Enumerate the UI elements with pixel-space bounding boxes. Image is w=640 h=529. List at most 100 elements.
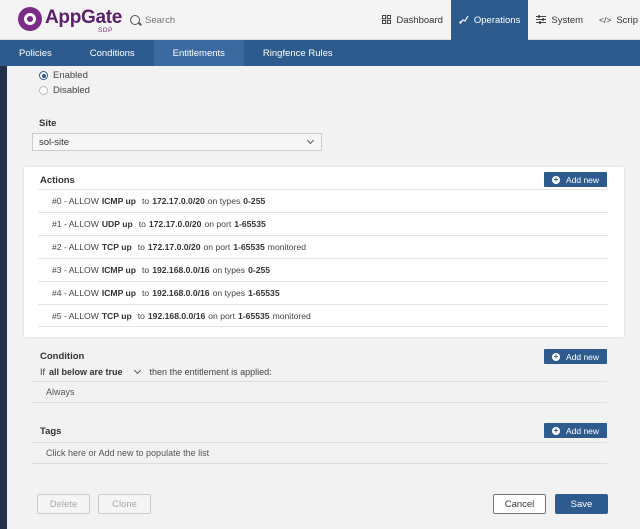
nav-operations-label: Operations (473, 14, 521, 26)
logo-mark-icon (18, 7, 42, 31)
radio-disabled-label: Disabled (53, 85, 90, 96)
action-monitored: monitored (272, 310, 311, 321)
condition-mode-select[interactable]: all below are true (49, 367, 123, 377)
action-range: 1-65535 (238, 310, 270, 321)
action-index: #4 - ALLOW (52, 288, 99, 298)
logo-subtext: SDP (98, 27, 113, 34)
action-on: on types (207, 196, 241, 206)
radio-enabled-label: Enabled (53, 70, 88, 81)
nav-scripts-label: Scrip (616, 14, 638, 26)
action-protocol: ICMP up (101, 288, 137, 298)
tab-ringfence-rules[interactable]: Ringfence Rules (244, 40, 352, 66)
clone-button[interactable]: Clone (98, 494, 151, 514)
radio-enabled-dot[interactable] (39, 71, 48, 80)
action-on: on port (208, 310, 236, 321)
action-to: to (137, 310, 145, 321)
action-subnet: 192.168.0.0/16 (152, 265, 210, 275)
actions-title: Actions (40, 175, 75, 186)
action-range: 1-65535 (248, 288, 280, 298)
action-range: 1-65535 (234, 219, 266, 229)
radio-disabled-dot[interactable] (39, 86, 48, 95)
condition-item[interactable]: Always (32, 381, 607, 403)
condition-add-new-button[interactable]: + Add new (544, 349, 607, 364)
action-row[interactable]: #1 - ALLOW UDP up to 172.17.0.0/20 on po… (38, 212, 608, 235)
action-index: #5 - ALLOW (52, 310, 99, 321)
condition-value: Always (46, 387, 75, 397)
actions-panel: Actions + Add new #0 - ALLOW ICMP up to … (24, 167, 624, 337)
action-subnet: 172.17.0.0/20 (152, 196, 205, 206)
action-protocol: TCP up (101, 310, 132, 321)
action-to: to (138, 219, 146, 229)
action-index: #2 - ALLOW (52, 242, 99, 252)
appgate-logo[interactable]: AppGate SDP (18, 7, 124, 34)
logo-text: AppGate (45, 7, 123, 28)
tab-entitlements[interactable]: Entitlements (153, 40, 244, 66)
search-input[interactable] (145, 14, 265, 26)
nav-system[interactable]: System (528, 0, 591, 40)
action-on: on types (212, 288, 246, 298)
condition-prefix: If (40, 367, 46, 377)
plus-circle-icon: + (551, 174, 560, 184)
top-nav: Dashboard Operations System </> Scrip (374, 0, 640, 40)
cancel-button[interactable]: Cancel (493, 494, 546, 514)
code-icon: </> (599, 15, 612, 25)
action-range: 0-255 (243, 196, 266, 206)
tab-policies[interactable]: Policies (0, 40, 71, 66)
action-to: to (142, 288, 150, 298)
action-protocol: ICMP up (101, 265, 137, 275)
tab-conditions[interactable]: Conditions (71, 40, 154, 66)
action-row[interactable]: #5 - ALLOW TCP up to 192.168.0.0/16 on p… (38, 304, 608, 327)
tags-add-new-label: Add new (565, 425, 600, 436)
top-bar: AppGate SDP Dashboard Operations System … (0, 0, 640, 40)
plus-circle-icon: + (551, 425, 560, 435)
actions-add-new-label: Add new (565, 174, 600, 185)
nav-scripts[interactable]: </> Scrip (591, 0, 640, 40)
action-subnet: 192.168.0.0/16 (152, 288, 210, 298)
site-label: Site (39, 118, 57, 129)
action-subnet: 172.17.0.0/20 (148, 219, 202, 229)
sub-nav: Policies Conditions Entitlements Ringfen… (0, 40, 640, 66)
action-range: 0-255 (248, 265, 271, 275)
action-row[interactable]: #0 - ALLOW ICMP up to 172.17.0.0/20 on t… (38, 189, 608, 212)
site-select[interactable]: sol-site (32, 133, 322, 151)
tags-add-new-button[interactable]: + Add new (544, 423, 607, 438)
delete-button[interactable]: Delete (37, 494, 90, 514)
action-on: on port (204, 219, 232, 229)
chevron-down-icon[interactable] (133, 366, 141, 375)
nav-operations[interactable]: Operations (450, 0, 529, 40)
action-protocol: ICMP up (101, 196, 137, 206)
condition-add-new-label: Add new (565, 351, 600, 362)
plus-circle-icon: + (551, 351, 560, 361)
action-index: #0 - ALLOW (52, 196, 99, 206)
action-to: to (142, 265, 150, 275)
action-protocol: TCP up (101, 242, 132, 252)
action-row[interactable]: #3 - ALLOW ICMP up to 192.168.0.0/16 on … (38, 258, 608, 281)
actions-add-new-button[interactable]: + Add new (544, 172, 607, 187)
action-monitored: monitored (267, 242, 307, 252)
tags-list[interactable]: Click here or Add new to populate the li… (32, 442, 607, 464)
tags-placeholder: Click here or Add new to populate the li… (46, 448, 210, 458)
condition-mode-line: If all below are true then the entitleme… (40, 366, 272, 377)
tags-title: Tags (40, 426, 62, 437)
action-to: to (142, 196, 150, 206)
radio-enabled[interactable]: Enabled (39, 70, 88, 81)
operations-icon (459, 15, 469, 26)
chevron-down-icon (306, 136, 315, 145)
action-row[interactable]: #2 - ALLOW TCP up to 172.17.0.0/20 on po… (38, 235, 608, 258)
nav-system-label: System (551, 14, 584, 26)
nav-dashboard-label: Dashboard (396, 14, 443, 26)
save-button[interactable]: Save (555, 494, 608, 514)
action-index: #3 - ALLOW (52, 265, 99, 275)
condition-title: Condition (40, 351, 85, 362)
nav-dashboard[interactable]: Dashboard (374, 0, 450, 40)
action-on: on types (212, 265, 246, 275)
action-row[interactable]: #4 - ALLOW ICMP up to 192.168.0.0/16 on … (38, 281, 608, 304)
radio-disabled[interactable]: Disabled (39, 85, 90, 96)
condition-suffix: then the entitlement is applied: (149, 367, 272, 377)
search-box[interactable] (130, 12, 265, 28)
action-on: on port (203, 242, 231, 252)
sliders-icon (536, 14, 547, 26)
action-index: #1 - ALLOW (52, 219, 99, 229)
action-range: 1-65535 (233, 242, 265, 252)
left-sidebar-strip (0, 66, 7, 529)
